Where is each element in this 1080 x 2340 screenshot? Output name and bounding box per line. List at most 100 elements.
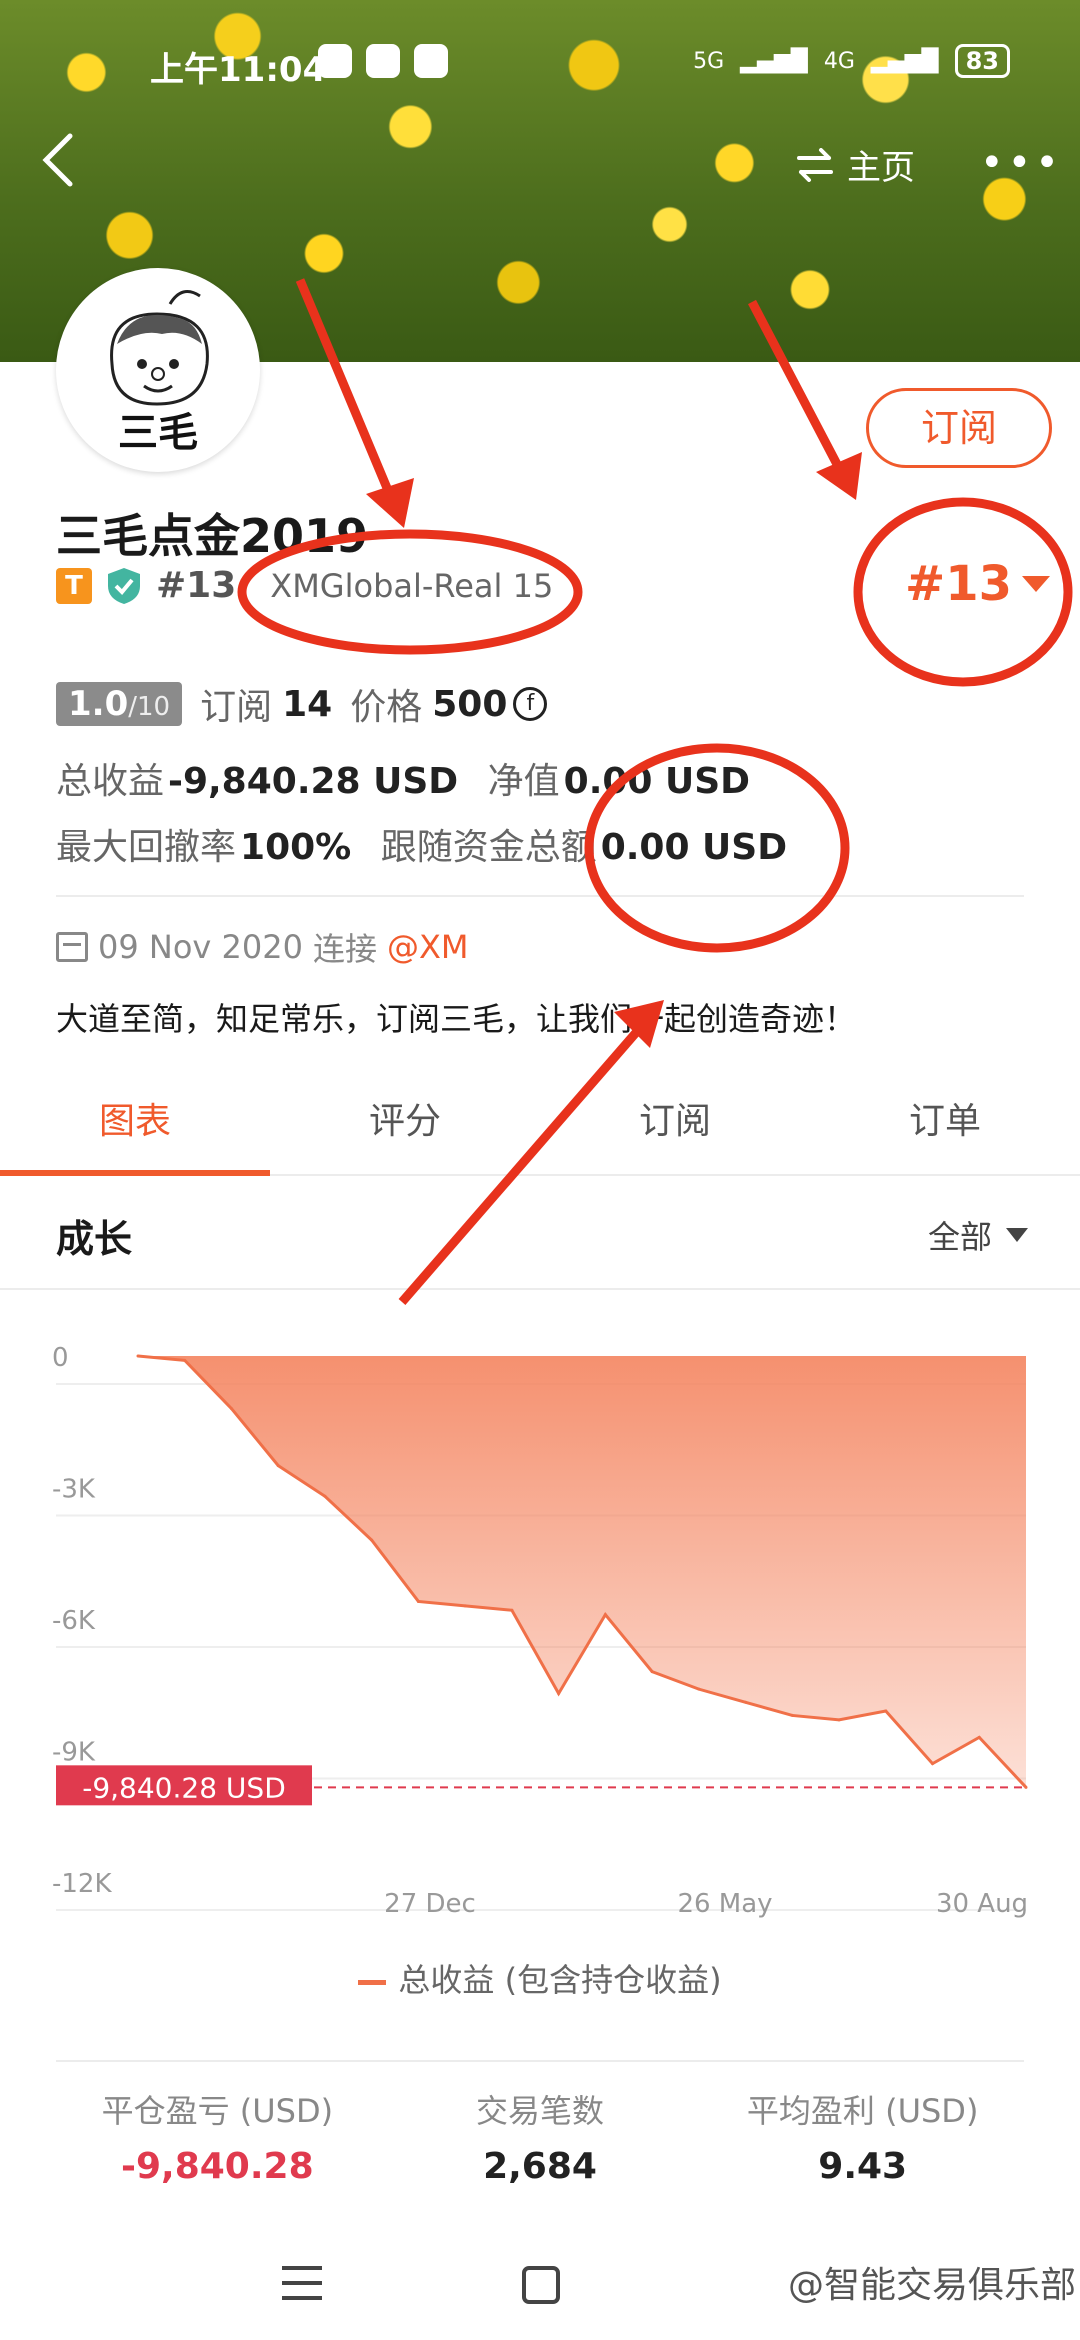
data-point: [557, 1692, 561, 1696]
score-value: 1.0: [68, 684, 129, 724]
data-point: [463, 1604, 467, 1608]
summary-label: 平仓盈亏 (USD): [101, 2092, 334, 2130]
home-button[interactable]: 主页: [795, 140, 915, 189]
status-time: 上午11:04: [150, 50, 327, 90]
y-tick-label: -9K: [52, 1738, 96, 1768]
tab-subscriptions[interactable]: 订阅: [540, 1080, 810, 1174]
x-tick-label: 26 May: [677, 1889, 772, 1919]
verified-shield-icon: [108, 567, 140, 604]
signal-icon: ▂▄▆█: [870, 48, 939, 74]
data-point: [697, 1687, 701, 1691]
total-profit-label: 总收益: [56, 761, 165, 802]
data-point: [136, 1354, 140, 1358]
summary-label: 交易笔数: [476, 2092, 605, 2130]
x-tick-label: 30 Aug: [936, 1889, 1028, 1919]
arrowhead-icon: [816, 452, 862, 500]
summary-stats: 平仓盈亏 (USD) -9,840.28 交易笔数 2,684 平均盈利 (US…: [56, 2060, 1024, 2210]
area-fill: [138, 1356, 1026, 1788]
coin-icon: f: [513, 687, 548, 721]
data-point: [229, 1407, 233, 1411]
growth-chart-svg: 0 -3K -6K -9K -12K -9,840.28 USD 27 Dec 26 May 3…: [52, 1343, 1028, 1919]
menu-icon-bar: [282, 2281, 322, 2285]
x-tick-label: 27 Dec: [384, 1889, 476, 1919]
battery-icon: 83: [954, 44, 1010, 78]
subscribers-label: 订阅: [200, 687, 273, 728]
avatar-image: 三毛: [62, 274, 254, 466]
score-badge: 1.0/10: [56, 682, 183, 726]
data-point: [276, 1464, 280, 1468]
system-nav-bar: @智能交易俱乐部: [0, 2220, 1080, 2340]
subscribe-button[interactable]: 订阅: [866, 388, 1052, 468]
data-point: [650, 1670, 654, 1674]
caret-down-icon: [1022, 576, 1051, 592]
divider: [56, 895, 1024, 897]
equity-value: 0.00 USD: [563, 761, 751, 802]
home-nav-button[interactable]: [522, 2266, 560, 2304]
more-button[interactable]: •••: [980, 140, 1063, 186]
summary-label: 平均盈利 (USD): [746, 2092, 979, 2130]
subscribers-value: 14: [282, 683, 333, 725]
app-notification-icon: [366, 44, 400, 78]
network-5g-label: 5G: [693, 48, 725, 74]
tab-bar: 图表 评分 订阅 订单: [0, 1080, 1080, 1176]
trader-badge: T: [56, 567, 92, 604]
account-label: XMGlobal-Real 15: [270, 566, 554, 605]
status-bar: 上午11:04 5G ▂▄▆█ 4G ▂▄▆█ 83: [0, 40, 1080, 90]
menu-icon-bar: [282, 2266, 322, 2270]
app-notification-icon: [318, 44, 352, 78]
avatar[interactable]: 三毛: [56, 268, 260, 472]
summary-closed-pl: 平仓盈亏 (USD) -9,840.28: [56, 2062, 379, 2210]
system-icons: 5G ▂▄▆█ 4G ▂▄▆█ 83: [693, 44, 1010, 78]
menu-button[interactable]: [282, 2266, 322, 2300]
summary-avg-profit: 平均盈利 (USD) 9.43: [701, 2062, 1024, 2210]
broker-link[interactable]: @XM: [387, 928, 469, 966]
tab-orders[interactable]: 订单: [810, 1080, 1080, 1174]
range-value: 全部: [927, 1218, 992, 1256]
range-dropdown[interactable]: 全部: [928, 1212, 1028, 1258]
network-4g-label: 4G: [823, 48, 855, 74]
growth-header: 成长 全部: [0, 1176, 1080, 1290]
summary-value: 9.43: [818, 2146, 908, 2187]
rank-value: #13: [905, 556, 1013, 612]
rank-dropdown[interactable]: #13: [905, 556, 1051, 612]
data-point: [183, 1358, 187, 1362]
svg-text:三毛: 三毛: [118, 409, 198, 456]
price-label: 价格: [350, 687, 423, 728]
data-point: [790, 1713, 794, 1717]
menu-icon-bar: [282, 2296, 322, 2300]
app-notification-icon: [414, 44, 448, 78]
tab-chart[interactable]: 图表: [0, 1080, 270, 1176]
section-title: 成长: [56, 1217, 133, 1261]
drawdown-value: 100%: [240, 827, 352, 868]
profit-row: 总收益 -9,840.28 USD 净值 0.00 USD: [56, 752, 750, 804]
summary-value: 2,684: [483, 2146, 597, 2187]
legend-label: 总收益 (包含持仓收益): [398, 1961, 722, 1999]
equity-label: 净值: [487, 761, 560, 802]
data-point: [884, 1709, 888, 1713]
rank-badge: #13: [156, 565, 237, 606]
summary-trade-count: 交易笔数 2,684: [379, 2062, 702, 2210]
data-point: [931, 1762, 935, 1766]
data-point: [977, 1735, 981, 1739]
follow-funds-value: 0.00 USD: [600, 827, 788, 868]
y-tick-label: 0: [52, 1343, 69, 1373]
growth-chart: 0 -3K -6K -9K -12K -9,840.28 USD 27 Dec 26 May 3…: [0, 1300, 1080, 1950]
signal-icon: ▂▄▆█: [740, 48, 808, 74]
profile-name: 三毛点金2019: [56, 509, 369, 563]
tab-rating[interactable]: 评分: [270, 1080, 540, 1174]
y-tick-label: -12K: [52, 1869, 112, 1899]
back-button[interactable]: [40, 130, 90, 190]
calendar-icon: [56, 932, 88, 962]
summary-value: -9,840.28: [121, 2146, 314, 2187]
chevron-left-icon: [42, 133, 73, 187]
drawdown-row: 最大回撤率 100% 跟随资金总额 0.00 USD: [56, 818, 787, 870]
watermark: @智能交易俱乐部: [787, 2265, 1076, 2306]
data-point: [744, 1700, 748, 1704]
arrowhead-icon: [366, 478, 414, 528]
drawdown-label: 最大回撤率: [56, 827, 237, 868]
data-point: [510, 1608, 514, 1612]
y-tick-label: -6K: [52, 1606, 96, 1636]
more-icon: •••: [980, 140, 1063, 186]
data-point: [323, 1494, 327, 1498]
follow-funds-label: 跟随资金总额: [380, 827, 597, 868]
